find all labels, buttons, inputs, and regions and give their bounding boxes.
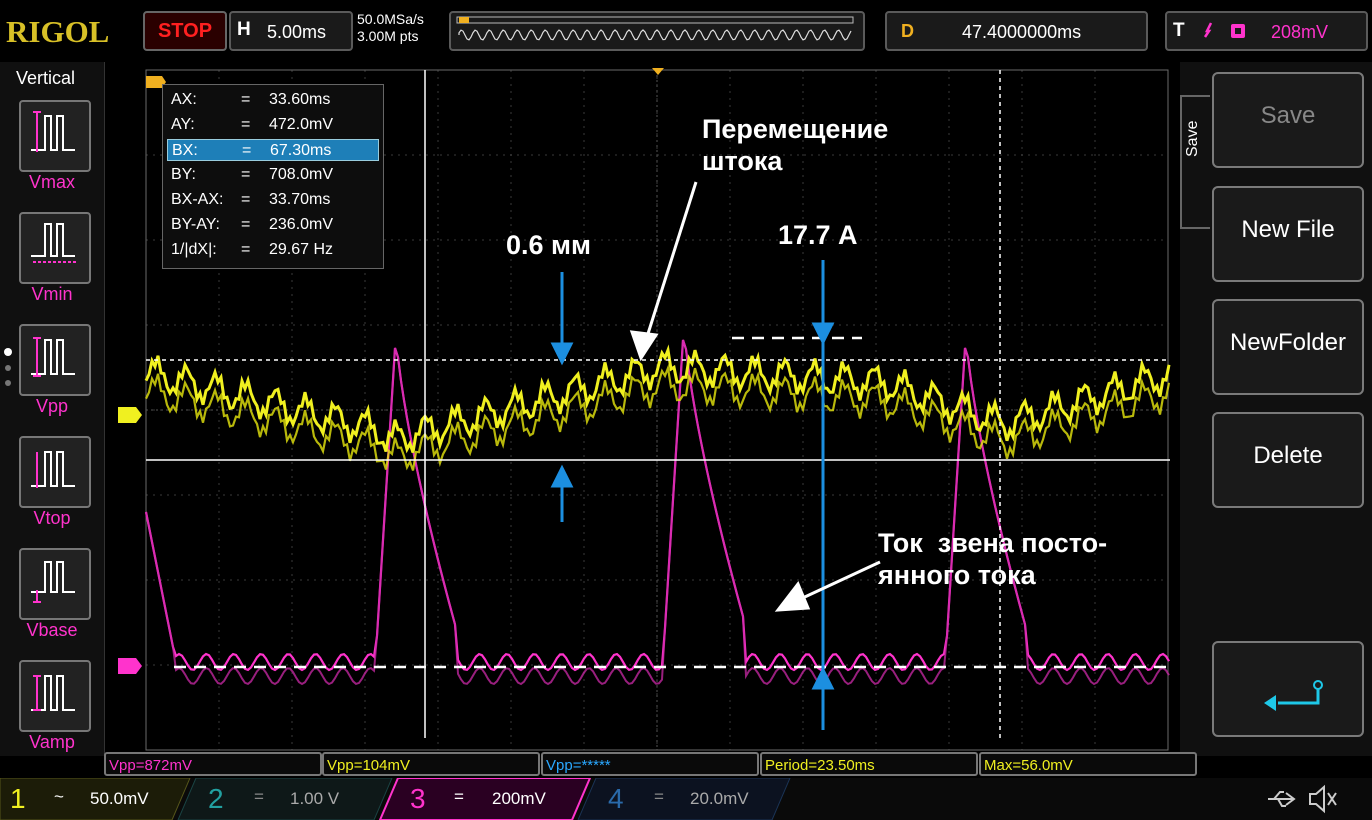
vpp-button[interactable] [19, 324, 91, 396]
vamp-button[interactable] [19, 660, 91, 732]
page-dot [5, 380, 11, 386]
measure-buttons: Vmax Vmin Vpp Vtop Vbase Vamp [0, 62, 104, 756]
trigger-level: 208mV [1271, 22, 1329, 42]
delete-label: Delete [1253, 442, 1323, 469]
brand-logo: RIGOL [6, 14, 110, 49]
measure-result-3[interactable]: Vpp=***** [541, 752, 759, 776]
annotation-current-peak: 17.7 А [778, 220, 858, 250]
timebase-panel[interactable]: H 5.00ms [229, 11, 353, 51]
trigger-panel[interactable]: T 208mV [1165, 11, 1368, 51]
new-folder-label: NewFolder [1229, 329, 1347, 356]
measure-result-text: Vpp=872mV [109, 757, 192, 774]
cursor-row: AX: = 33.60ms [171, 91, 331, 108]
cursor-row: BY-AY: = 236.0mV [171, 216, 334, 233]
annotation-stroke: 0.6 мм [506, 230, 591, 260]
cursor-row: BX-AX: = 33.70ms [171, 191, 331, 208]
measure-result-5[interactable]: Max=56.0mV [979, 752, 1197, 776]
vbase-label: Vbase [26, 620, 78, 640]
memory-overview[interactable] [449, 11, 865, 51]
save-tab-label: Save [1184, 120, 1201, 157]
ch3-coupling-icon: = [454, 787, 464, 806]
measure-result-1[interactable]: Vpp=872mV [104, 752, 322, 776]
speaker-mute-icon [1309, 784, 1337, 814]
vmin-button[interactable] [19, 212, 91, 284]
ch3-number[interactable]: 3 [410, 779, 426, 819]
acquisition-info: 50.0MSa/s 3.00M pts [357, 11, 424, 45]
timebase-key: H [237, 19, 251, 40]
measure-result-2[interactable]: Vpp=104mV [322, 752, 540, 776]
ch3-scale[interactable]: 200mV [492, 779, 546, 819]
ch1-number[interactable]: 1 [10, 779, 26, 819]
vamp-label: Vamp [29, 732, 75, 752]
usb-icon [1268, 791, 1296, 807]
ch1-offset-marker[interactable] [118, 407, 142, 423]
ch1-scale[interactable]: 50.0mV [90, 779, 149, 819]
vmin-measure-icon [31, 223, 77, 263]
enter-button[interactable] [1212, 641, 1364, 737]
trigger-time-marker[interactable] [652, 68, 664, 75]
memory-waveform-overview [456, 16, 854, 41]
cursor-row: 1/|dX|: = 29.67 Hz [171, 241, 334, 258]
cursor-row-selected[interactable]: BX: = 67.30ms [167, 139, 379, 161]
delay-panel[interactable]: D 47.4000000ms [885, 11, 1148, 51]
timebase-value: 5.00ms [267, 22, 327, 42]
ch4-number[interactable]: 4 [608, 779, 624, 819]
run-stop-indicator[interactable]: STOP [143, 11, 227, 51]
save-button[interactable]: Save [1212, 72, 1364, 168]
vmin-label: Vmin [31, 284, 73, 304]
vtop-label: Vtop [33, 508, 71, 528]
system-icons [1268, 784, 1337, 814]
trigger-edge-icon [1203, 22, 1245, 38]
page-dot-active [4, 348, 12, 356]
ch1-coupling-icon: ~ [54, 787, 64, 806]
measure-result-text: Max=56.0mV [984, 757, 1073, 774]
vtop-button[interactable] [19, 436, 91, 508]
save-menu-tab[interactable]: Save [1180, 95, 1210, 229]
ch2-coupling-icon: = [254, 787, 264, 806]
delete-button[interactable]: Delete [1212, 412, 1364, 508]
page-dot [5, 365, 11, 371]
vpp-measure-icon [31, 337, 75, 377]
measure-result-4[interactable]: Period=23.50ms [760, 752, 978, 776]
vmax-button[interactable] [19, 100, 91, 172]
enter-arrow-icon [1264, 680, 1323, 711]
annotation-dc-link: Ток звена посто- янного тока [878, 528, 1108, 590]
memory-depth: 3.00M pts [357, 28, 419, 44]
vmax-measure-icon [31, 111, 75, 152]
vbase-button[interactable] [19, 548, 91, 620]
save-button-label: Save [1260, 102, 1316, 129]
vbase-measure-icon [31, 561, 75, 603]
new-folder-button[interactable]: NewFolder [1212, 299, 1364, 395]
trigger-key: T [1173, 20, 1185, 41]
new-file-label: New File [1241, 216, 1335, 243]
measure-result-text: Vpp=***** [546, 757, 611, 774]
cursor-readout: AX: = 33.60ms AY: = 472.0mV BX: = 67.30ms BY: =… [162, 84, 384, 269]
delay-value: 47.4000000ms [962, 22, 1082, 42]
vamp-measure-icon [31, 675, 75, 711]
cursor-row: BY: = 708.0mV [171, 166, 334, 183]
annotation-displacement: Перемещение штока [702, 114, 889, 176]
ch4-coupling-icon: = [654, 787, 664, 806]
vtop-measure-icon [31, 451, 75, 488]
ch4-scale[interactable]: 20.0mV [690, 779, 749, 819]
new-file-button[interactable]: New File [1212, 186, 1364, 282]
ch3-offset-marker[interactable] [118, 658, 142, 674]
ch2-scale[interactable]: 1.00 V [290, 779, 339, 819]
cursor-row: AY: = 472.0mV [171, 116, 334, 133]
ch2-number[interactable]: 2 [208, 779, 224, 819]
measure-result-text: Vpp=104mV [327, 757, 410, 774]
measure-result-text: Period=23.50ms [765, 757, 875, 774]
sample-rate: 50.0MSa/s [357, 11, 424, 27]
delay-key: D [901, 21, 914, 41]
vmax-label: Vmax [28, 172, 75, 192]
vpp-label: Vpp [35, 396, 69, 416]
